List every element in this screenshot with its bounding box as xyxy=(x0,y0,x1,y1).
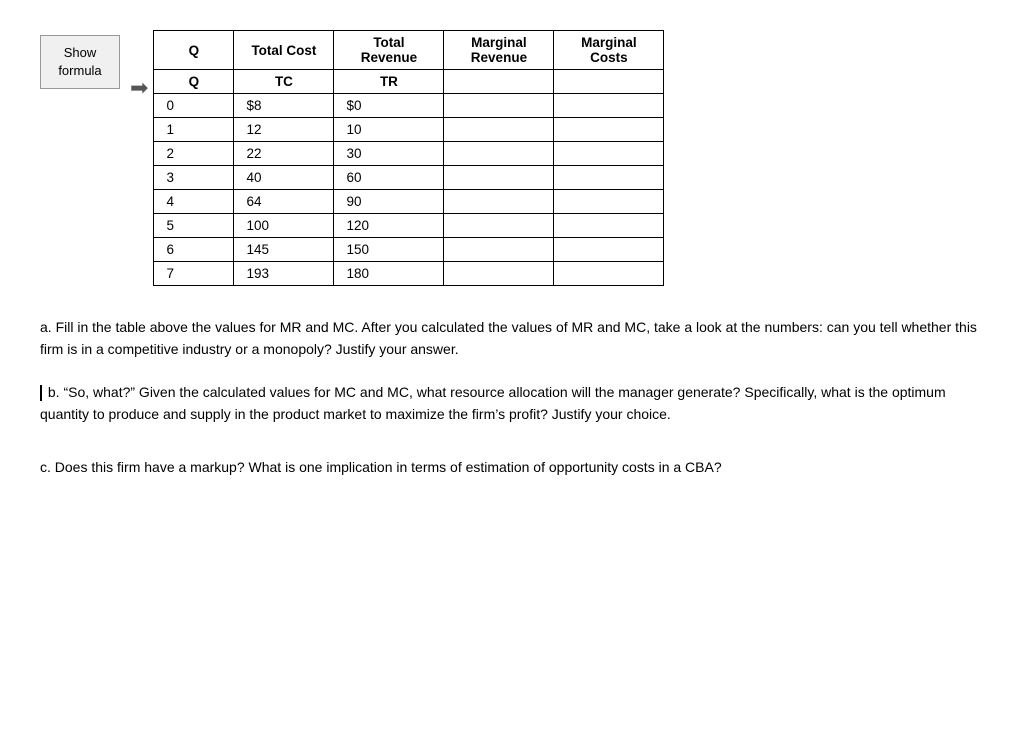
cell-r0-c4 xyxy=(554,94,664,118)
cell-r3-c1: 40 xyxy=(234,166,334,190)
cell-r5-c1: 100 xyxy=(234,214,334,238)
cell-r3-c0: 3 xyxy=(154,166,234,190)
header-mc: MarginalCosts xyxy=(554,31,664,70)
cell-r7-c3 xyxy=(444,262,554,286)
show-formula-button[interactable]: Show formula xyxy=(40,35,120,89)
question-a-text: a. Fill in the table above the values fo… xyxy=(40,316,984,361)
main-container: Show formula ➡ Q Total Cost TotalRevenue… xyxy=(20,20,1004,508)
subheader-q: Q xyxy=(154,70,234,94)
cell-r4-c4 xyxy=(554,190,664,214)
cell-r7-c2: 180 xyxy=(334,262,444,286)
arrow-container: ➡ xyxy=(130,30,148,101)
data-table: Q Total Cost TotalRevenue MarginalRevenu… xyxy=(153,30,664,286)
table-row: 34060 xyxy=(154,166,664,190)
cell-r0-c1: $8 xyxy=(234,94,334,118)
cell-r2-c1: 22 xyxy=(234,142,334,166)
subheader-tr: TR xyxy=(334,70,444,94)
cell-r4-c1: 64 xyxy=(234,190,334,214)
cell-r7-c1: 193 xyxy=(234,262,334,286)
table-row: 7193180 xyxy=(154,262,664,286)
header-tc: Total Cost xyxy=(234,31,334,70)
header-mr: MarginalRevenue xyxy=(444,31,554,70)
table-subheader-row: Q TC TR xyxy=(154,70,664,94)
cell-r2-c0: 2 xyxy=(154,142,234,166)
cell-r2-c4 xyxy=(554,142,664,166)
cell-r3-c4 xyxy=(554,166,664,190)
cell-r1-c1: 12 xyxy=(234,118,334,142)
cell-r1-c3 xyxy=(444,118,554,142)
cell-r6-c4 xyxy=(554,238,664,262)
table-row: 22230 xyxy=(154,142,664,166)
table-row: 11210 xyxy=(154,118,664,142)
cell-r0-c0: 0 xyxy=(154,94,234,118)
cell-r0-c2: $0 xyxy=(334,94,444,118)
cell-r6-c0: 6 xyxy=(154,238,234,262)
cell-r1-c0: 1 xyxy=(154,118,234,142)
header-tr: TotalRevenue xyxy=(334,31,444,70)
cell-r6-c2: 150 xyxy=(334,238,444,262)
cursor xyxy=(40,385,42,401)
header-q: Q xyxy=(154,31,234,70)
table-body: 0$8$011210222303406046490510012061451507… xyxy=(154,94,664,286)
cell-r2-c3 xyxy=(444,142,554,166)
text-section: a. Fill in the table above the values fo… xyxy=(40,316,984,498)
cell-r3-c3 xyxy=(444,166,554,190)
show-formula-line1: Show xyxy=(64,45,97,60)
cell-r7-c4 xyxy=(554,262,664,286)
cell-r5-c4 xyxy=(554,214,664,238)
cell-r5-c0: 5 xyxy=(154,214,234,238)
cell-r1-c2: 10 xyxy=(334,118,444,142)
cell-r4-c0: 4 xyxy=(154,190,234,214)
subheader-mc xyxy=(554,70,664,94)
subheader-mr xyxy=(444,70,554,94)
cell-r6-c1: 145 xyxy=(234,238,334,262)
question-b-text: b. “So, what?” Given the calculated valu… xyxy=(40,384,946,422)
cell-r4-c3 xyxy=(444,190,554,214)
top-section: Show formula ➡ Q Total Cost TotalRevenue… xyxy=(40,30,984,286)
cell-r5-c2: 120 xyxy=(334,214,444,238)
cell-r2-c2: 30 xyxy=(334,142,444,166)
cell-r1-c4 xyxy=(554,118,664,142)
question-a: a. Fill in the table above the values fo… xyxy=(40,316,984,361)
question-c-container: c. Does this firm have a markup? What is… xyxy=(40,456,984,478)
table-row: 6145150 xyxy=(154,238,664,262)
question-c-text: c. Does this firm have a markup? What is… xyxy=(40,456,984,478)
question-b-container: b. “So, what?” Given the calculated valu… xyxy=(40,381,984,426)
cell-r0-c3 xyxy=(444,94,554,118)
cell-r6-c3 xyxy=(444,238,554,262)
cell-r5-c3 xyxy=(444,214,554,238)
table-row: 5100120 xyxy=(154,214,664,238)
subheader-tc: TC xyxy=(234,70,334,94)
cell-r3-c2: 60 xyxy=(334,166,444,190)
table-row: 46490 xyxy=(154,190,664,214)
show-formula-line2: formula xyxy=(58,63,101,78)
arrow-icon: ➡ xyxy=(130,75,148,101)
cell-r4-c2: 90 xyxy=(334,190,444,214)
table-header-row: Q Total Cost TotalRevenue MarginalRevenu… xyxy=(154,31,664,70)
table-row: 0$8$0 xyxy=(154,94,664,118)
cell-r7-c0: 7 xyxy=(154,262,234,286)
